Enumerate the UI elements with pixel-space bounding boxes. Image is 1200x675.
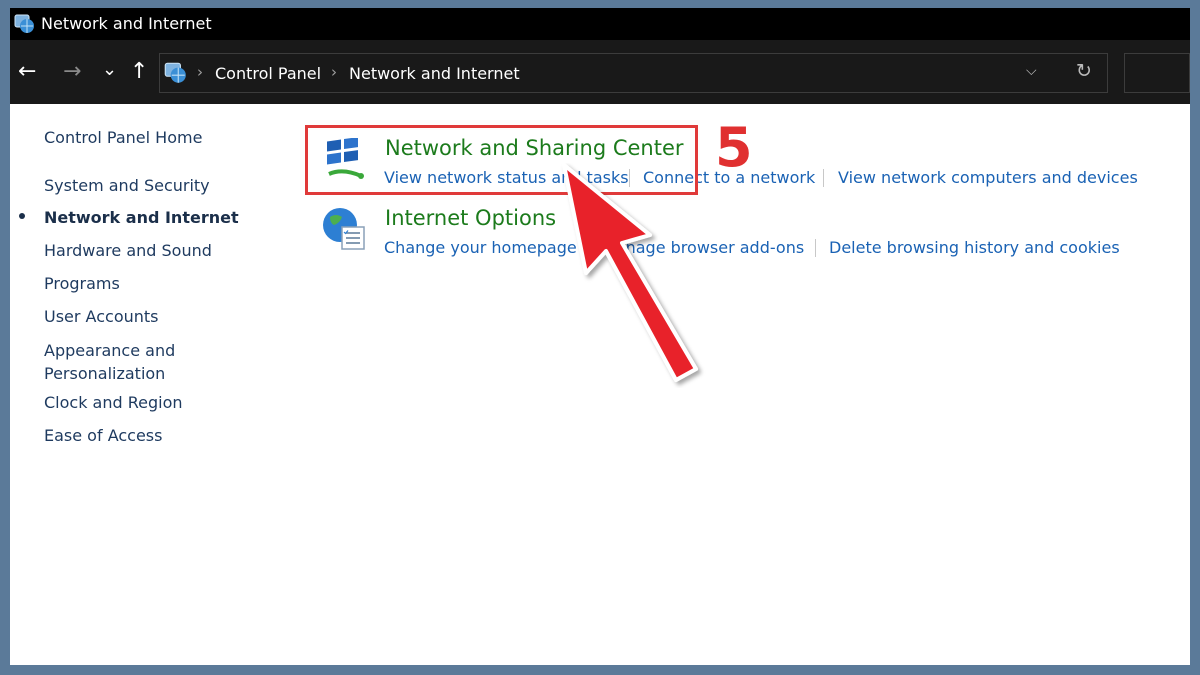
title-bar: Network and Internet [10,8,1190,40]
sidebar-item-hardware-and-sound[interactable]: Hardware and Sound [44,241,212,260]
link-separator [815,239,816,257]
sidebar-item-programs[interactable]: Programs [44,274,120,293]
sidebar-item-label: Personalization [44,364,166,383]
up-button[interactable]: ↑ [130,58,148,86]
network-internet-icon [164,62,186,83]
navigation-bar: ← → ⌄ ↑ › Control Panel › Network and In… [10,40,1190,104]
sidebar-item-clock-and-region[interactable]: Clock and Region [44,393,183,412]
sidebar-item-user-accounts[interactable]: User Accounts [44,307,159,326]
view-network-computers-link[interactable]: View network computers and devices [838,168,1138,187]
sidebar-item-network-and-internet: Network and Internet [44,208,239,227]
forward-button[interactable]: → [63,58,81,86]
sidebar-item-appearance-and-personalization[interactable]: Appearance and Personalization [44,339,175,385]
window-title: Network and Internet [41,14,212,33]
current-item-bullet [19,213,25,219]
sidebar-item-ease-of-access[interactable]: Ease of Access [44,426,162,445]
address-dropdown-icon[interactable]: ⌵ [1026,63,1037,79]
internet-options-link[interactable]: Internet Options [385,206,556,230]
search-box[interactable] [1124,53,1190,93]
delete-browsing-history-link[interactable]: Delete browsing history and cookies [829,238,1120,257]
breadcrumb-separator-icon: › [331,63,337,81]
breadcrumb-separator-icon: › [197,63,203,81]
recent-locations-chevron-icon[interactable]: ⌄ [102,56,117,84]
step-number: 5 [715,116,753,179]
breadcrumb-network-and-internet[interactable]: Network and Internet [349,64,520,83]
control-panel-window: Network and Internet ← → ⌄ ↑ › Control P… [10,8,1190,665]
breadcrumb-control-panel[interactable]: Control Panel [215,64,321,83]
link-separator [823,169,824,187]
sidebar-item-system-and-security[interactable]: System and Security [44,176,210,195]
network-internet-icon [14,14,34,33]
internet-options-icon [323,208,365,250]
back-button[interactable]: ← [18,58,36,86]
sidebar-item-control-panel-home[interactable]: Control Panel Home [44,128,202,147]
address-bar[interactable]: › Control Panel › Network and Internet ⌵… [159,53,1108,93]
refresh-icon[interactable]: ↻ [1076,60,1092,82]
pointer-arrow-icon [562,163,698,382]
sidebar-item-label: Appearance and [44,341,176,360]
